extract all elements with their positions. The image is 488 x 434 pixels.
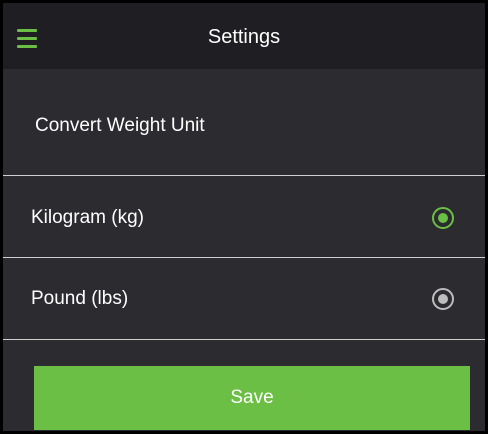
radio-pound-unselected-icon[interactable] [432,288,454,310]
divider-top [3,175,485,176]
page-title: Settings [207,26,281,48]
save-button[interactable]: Save [34,366,470,430]
option-pound-label: Pound (lbs) [31,288,129,309]
option-kilogram[interactable]: Kilogram (kg) [3,179,485,257]
divider-bottom [3,339,485,340]
option-kilogram-label: Kilogram (kg) [31,207,144,228]
divider-middle [3,257,485,258]
radio-dot [438,294,448,304]
option-pound[interactable]: Pound (lbs) [3,260,485,338]
app-window: Settings Convert Weight Unit Kilogram (k… [0,0,488,434]
radio-dot [438,213,448,223]
app-bar: Settings [3,3,485,69]
radio-kilogram-selected-icon[interactable] [432,207,454,229]
section-title: Convert Weight Unit [35,115,205,136]
